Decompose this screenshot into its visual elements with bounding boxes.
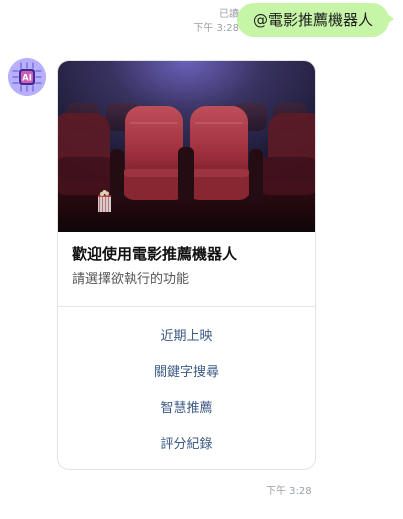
- outgoing-message-bubble[interactable]: @電影推薦機器人: [236, 3, 395, 37]
- incoming-message-time: 下午 3:28: [266, 486, 312, 497]
- ai-chip-icon: AI: [8, 58, 46, 96]
- outgoing-message-row: 已讀 下午 3:28 @電影推薦機器人: [0, 0, 403, 44]
- card-subtitle: 請選擇欲執行的功能: [72, 272, 190, 287]
- cinema-hero-illustration: [58, 61, 315, 232]
- message-meta: 已讀 下午 3:28: [193, 8, 239, 36]
- card-title: 歡迎使用電影推薦機器人: [72, 245, 238, 263]
- welcome-card: 歡迎使用電影推薦機器人 請選擇欲執行的功能 近期上映 關鍵字搜尋 智慧推薦 評分…: [57, 60, 316, 470]
- card-divider: [58, 306, 315, 307]
- svg-text:AI: AI: [22, 74, 32, 84]
- bot-avatar[interactable]: AI: [8, 58, 46, 96]
- read-receipt: 已讀: [219, 9, 239, 20]
- action-smart-recommendation[interactable]: 智慧推薦: [58, 391, 315, 427]
- action-recent-releases[interactable]: 近期上映: [58, 319, 315, 355]
- card-actions: 近期上映 關鍵字搜尋 智慧推薦 評分紀錄: [58, 319, 315, 463]
- action-rating-history[interactable]: 評分紀錄: [58, 427, 315, 463]
- cinema-seats-image: [58, 61, 315, 232]
- outgoing-message-time: 下午 3:28: [193, 23, 239, 34]
- action-keyword-search[interactable]: 關鍵字搜尋: [58, 355, 315, 391]
